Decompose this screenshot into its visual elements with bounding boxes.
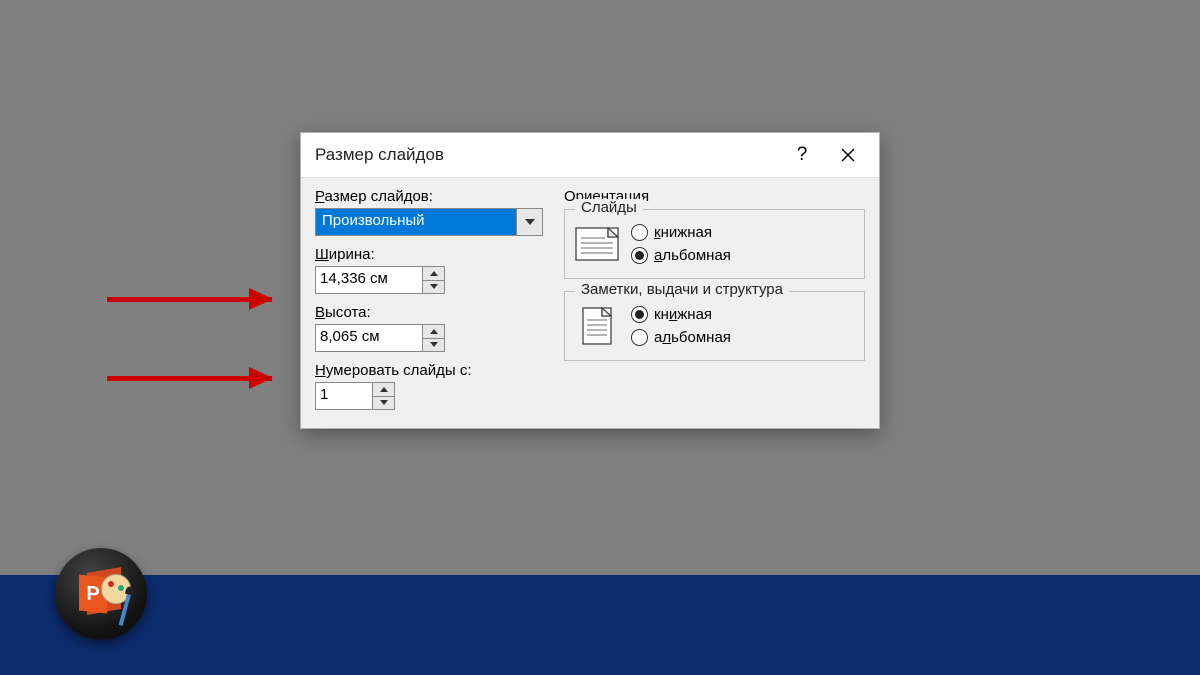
slides-landscape-radio[interactable]: альбомная xyxy=(631,247,731,264)
landscape-page-icon xyxy=(575,225,619,263)
slide-size-dialog: Размер слайдов ? Размер слайдов: Произво… xyxy=(300,132,880,429)
size-dropdown[interactable]: Произвольный xyxy=(315,208,543,236)
triangle-down-icon xyxy=(430,284,438,289)
annotation-arrow-height xyxy=(107,376,272,381)
height-value[interactable]: 8,065 см xyxy=(316,325,422,351)
slides-orientation-group: Слайды xyxy=(564,209,865,279)
triangle-up-icon xyxy=(430,329,438,334)
height-spin-down[interactable] xyxy=(423,339,444,352)
dropdown-button[interactable] xyxy=(516,209,542,235)
portrait-page-icon xyxy=(575,307,619,345)
dialog-titlebar: Размер слайдов ? xyxy=(301,133,879,177)
radio-icon xyxy=(631,329,648,346)
number-from-value[interactable]: 1 xyxy=(316,383,372,409)
width-spinner[interactable]: 14,336 см xyxy=(315,266,445,294)
width-value[interactable]: 14,336 см xyxy=(316,267,422,293)
width-label: Ширина: xyxy=(315,246,550,263)
slides-portrait-radio[interactable]: книжная xyxy=(631,224,731,241)
number-from-label: Нумеровать слайды с: xyxy=(315,362,550,379)
number-spin-up[interactable] xyxy=(373,383,394,397)
chevron-down-icon xyxy=(525,219,535,225)
height-label: Высота: xyxy=(315,304,550,321)
triangle-up-icon xyxy=(430,271,438,276)
close-icon xyxy=(841,148,855,162)
powerpoint-logo: P xyxy=(55,548,147,640)
radio-icon xyxy=(631,247,648,264)
size-dropdown-value: Произвольный xyxy=(316,209,516,235)
annotation-arrow-width xyxy=(107,297,272,302)
triangle-down-icon xyxy=(380,400,388,405)
radio-icon xyxy=(631,306,648,323)
close-button[interactable] xyxy=(825,138,871,172)
width-spin-up[interactable] xyxy=(423,267,444,281)
size-label: Размер слайдов: xyxy=(315,188,550,205)
triangle-up-icon xyxy=(380,387,388,392)
width-spin-down[interactable] xyxy=(423,281,444,294)
height-spin-up[interactable] xyxy=(423,325,444,339)
dialog-title: Размер слайдов xyxy=(315,145,444,165)
slides-group-legend: Слайды xyxy=(575,199,643,216)
triangle-down-icon xyxy=(430,342,438,347)
notes-orientation-group: Заметки, выдачи и структура xyxy=(564,291,865,361)
radio-icon xyxy=(631,224,648,241)
number-spin-down[interactable] xyxy=(373,397,394,410)
bottom-brand-bar xyxy=(0,575,1200,675)
notes-landscape-radio[interactable]: альбомная xyxy=(631,329,731,346)
help-button[interactable]: ? xyxy=(779,138,825,172)
height-spinner[interactable]: 8,065 см xyxy=(315,324,445,352)
notes-portrait-radio[interactable]: книжная xyxy=(631,306,731,323)
notes-group-legend: Заметки, выдачи и структура xyxy=(575,281,789,298)
number-from-spinner[interactable]: 1 xyxy=(315,382,395,410)
